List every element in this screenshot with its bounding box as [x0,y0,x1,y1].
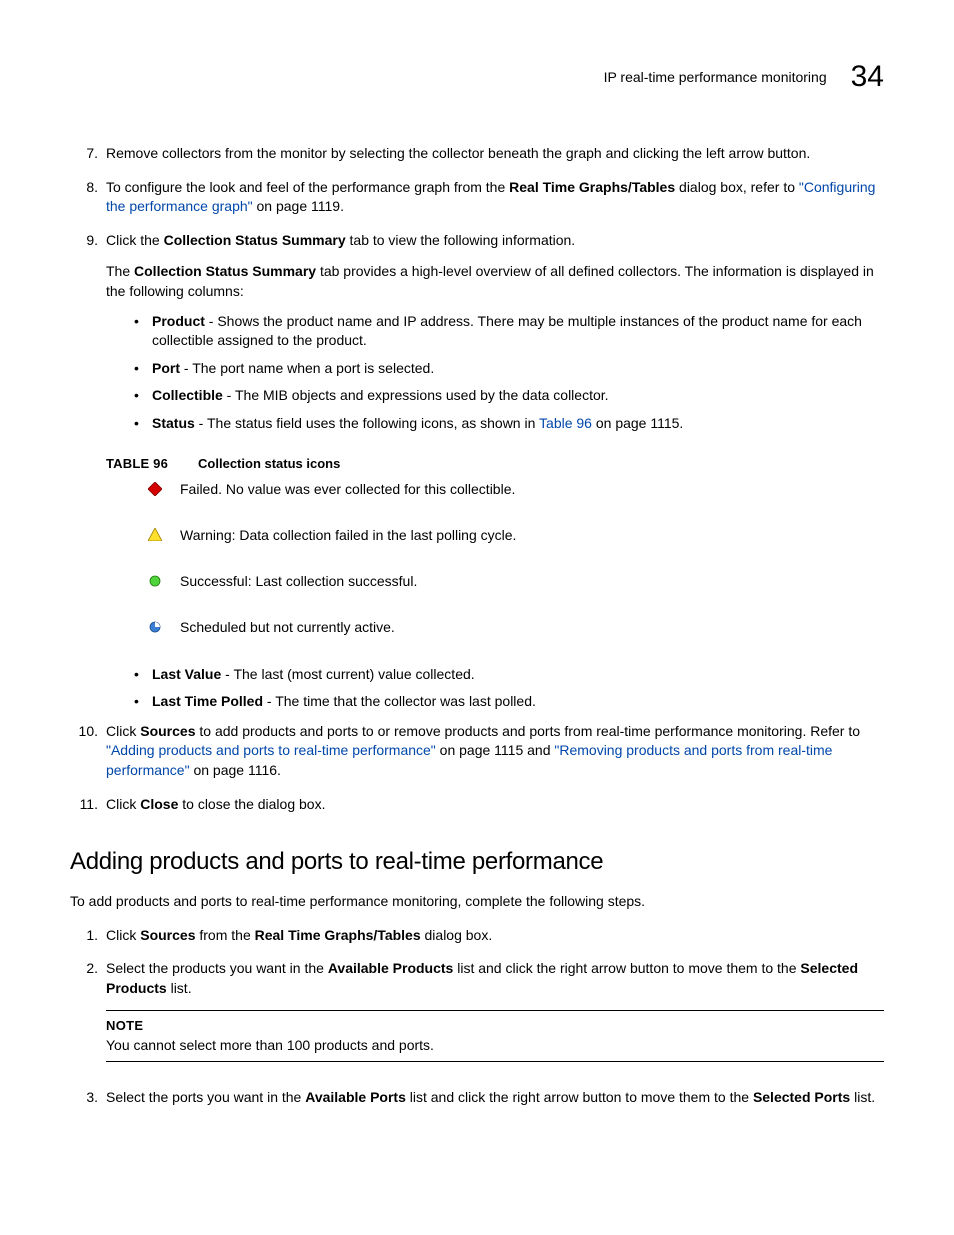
bullet-status: • Status - The status field uses the fol… [134,414,884,434]
bullet-icon: • [134,414,152,434]
step-11: 11. Click Close to close the dialog box. [70,795,884,815]
step-text: Select the products you want in the Avai… [106,959,884,1074]
step-text: Click Sources to add products and ports … [106,722,884,781]
note-box: NOTE You cannot select more than 100 pro… [106,1010,884,1062]
bullet-last-value: • Last Value - The last (most current) v… [134,665,884,685]
section-intro: To add products and ports to real-time p… [70,892,884,912]
bullet-icon: • [134,312,152,351]
note-text: You cannot select more than 100 products… [106,1036,884,1056]
step-7: 7. Remove collectors from the monitor by… [70,144,884,164]
step-10: 10. Click Sources to add products and po… [70,722,884,781]
step-number: 11. [70,795,98,815]
bullet-icon: • [134,665,152,685]
step-9: 9. Click the Collection Status Summary t… [70,231,884,442]
note-label: NOTE [106,1017,884,1035]
failed-icon [130,482,180,496]
bullet-product: • Product - Shows the product name and I… [134,312,884,351]
bullet-icon: • [134,359,152,379]
chapter-number: 34 [851,60,884,94]
link-table-96[interactable]: Table 96 [539,415,592,431]
step-number: 9. [70,231,98,442]
step-text: Click the Collection Status Summary tab … [106,231,884,442]
step-number: 7. [70,144,98,164]
bullet-icon: • [134,692,152,712]
step-8: 8. To configure the look and feel of the… [70,178,884,217]
bullet-last-polled: • Last Time Polled - The time that the c… [134,692,884,712]
section-heading-adding-products: Adding products and ports to real-time p… [70,848,884,876]
step-number: 8. [70,178,98,217]
step-text: Click Close to close the dialog box. [106,795,884,815]
link-adding-products[interactable]: "Adding products and ports to real-time … [106,742,436,758]
bullet-collectible: • Collectible - The MIB objects and expr… [134,386,884,406]
step-number: 1. [70,926,98,946]
scheduled-icon [130,621,180,633]
step-number: 10. [70,722,98,781]
warning-icon [130,528,180,541]
section2-step-1: 1. Click Sources from the Real Time Grap… [70,926,884,946]
status-row-warning: Warning: Data collection failed in the l… [130,527,884,543]
step-text: To configure the look and feel of the pe… [106,178,884,217]
page-header: IP real-time performance monitoring 34 [70,60,884,94]
step-text: Click Sources from the Real Time Graphs/… [106,926,884,946]
bullet-icon: • [134,386,152,406]
step-number: 2. [70,959,98,1074]
status-row-failed: Failed. No value was ever collected for … [130,481,884,497]
success-icon [130,575,180,587]
status-row-success: Successful: Last collection successful. [130,573,884,589]
section2-step-3: 3. Select the ports you want in the Avai… [70,1088,884,1108]
header-title: IP real-time performance monitoring [604,69,827,85]
status-icon-table: Failed. No value was ever collected for … [130,481,884,635]
status-row-scheduled: Scheduled but not currently active. [130,619,884,635]
step-9-followup: The Collection Status Summary tab provid… [106,262,884,301]
page: IP real-time performance monitoring 34 7… [0,0,954,1182]
step-text: Select the ports you want in the Availab… [106,1088,884,1108]
table-96-label: TABLE 96Collection status icons [106,456,884,471]
section2-step-2: 2. Select the products you want in the A… [70,959,884,1074]
bullet-list: • Product - Shows the product name and I… [106,312,884,434]
bullet-port: • Port - The port name when a port is se… [134,359,884,379]
step-text: Remove collectors from the monitor by se… [106,144,884,164]
step-number: 3. [70,1088,98,1108]
